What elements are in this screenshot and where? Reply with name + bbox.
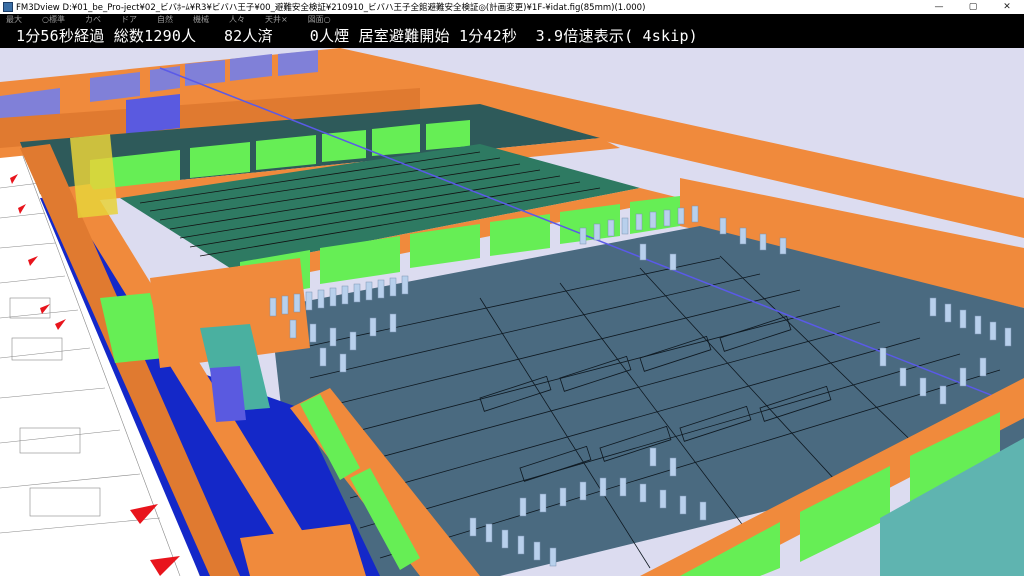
menu-item-natural[interactable]: 自然: [157, 14, 173, 25]
maximize-icon[interactable]: ▢: [956, 0, 990, 14]
menu-item-people[interactable]: 人々: [229, 14, 245, 25]
view-toolbar: 最大 ○標準 カベ ドア 自然 機械 人々 天井× 図面○: [0, 14, 1024, 24]
title-bar: FM3Dview D:¥01_be_Pro-ject¥02_ビバﾎｰﾑ¥R3¥ビ…: [0, 0, 1024, 15]
minimize-icon[interactable]: —: [922, 0, 956, 14]
menu-item-standard[interactable]: ○標準: [42, 14, 65, 25]
menu-item-max[interactable]: 最大: [6, 14, 22, 25]
simulation-status: 1分56秒経過 総数1290人 82人済 0人煙 居室避難開始 1分42秒 3.…: [0, 24, 1024, 48]
stair-door: [210, 366, 246, 422]
menu-item-drawing[interactable]: 図面○: [308, 14, 331, 25]
evacuation-scene[interactable]: [0, 48, 1024, 576]
menu-item-doors[interactable]: ドア: [121, 14, 137, 25]
3d-viewport[interactable]: [0, 48, 1024, 576]
close-icon[interactable]: ✕: [990, 0, 1024, 14]
stair-yellow: [70, 134, 118, 218]
menu-item-walls[interactable]: カベ: [85, 14, 101, 25]
window-title: FM3Dview D:¥01_be_Pro-ject¥02_ビバﾎｰﾑ¥R3¥ビ…: [16, 3, 646, 13]
blue-door: [126, 94, 180, 134]
menu-item-ceiling[interactable]: 天井×: [265, 14, 288, 25]
app-icon: [3, 2, 13, 12]
window-controls: — ▢ ✕: [922, 0, 1024, 14]
top-window: [278, 50, 318, 76]
menu-item-mechanical[interactable]: 機械: [193, 14, 209, 25]
top-window: [185, 60, 225, 86]
